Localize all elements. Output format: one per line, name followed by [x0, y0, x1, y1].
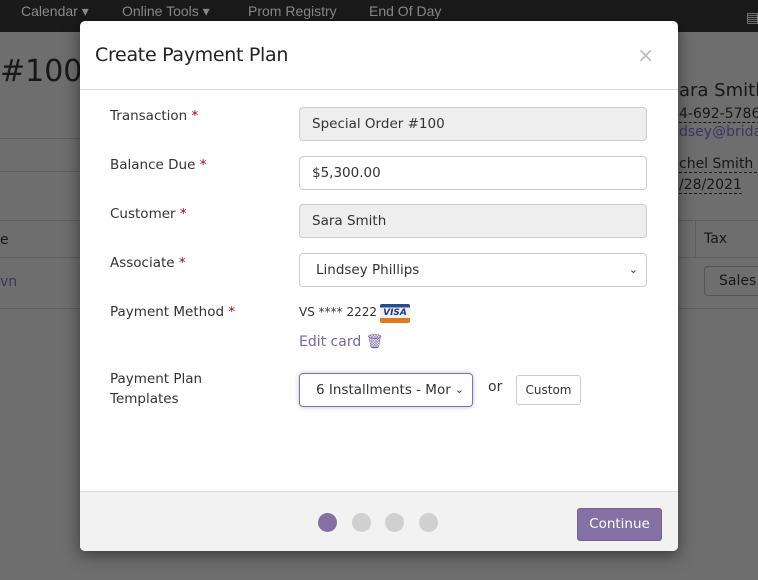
create-payment-plan-modal: Create Payment Plan × Transaction * Spec… — [80, 21, 678, 551]
modal-footer: Continue — [80, 491, 678, 551]
payment-method-label: Payment Method * — [110, 304, 236, 320]
associate-label: Associate * — [110, 255, 186, 271]
step-dot-3 — [385, 513, 404, 532]
templates-label: Payment Plan Templates — [110, 371, 203, 407]
page-title: #100 — [0, 54, 83, 89]
nav-end-of-day[interactable]: End Of Day — [369, 3, 441, 19]
row-link[interactable]: vn — [0, 274, 17, 290]
visa-icon: VISA — [380, 304, 410, 323]
customer-email[interactable]: dsey@bridal — [679, 124, 758, 140]
nav-prom-registry[interactable]: Prom Registry — [248, 3, 337, 19]
tax-header: Tax — [704, 231, 728, 247]
chevron-down-icon: ⌄ — [450, 374, 464, 406]
or-text: or — [488, 379, 503, 395]
customer-phone[interactable]: 4-692-5786 — [679, 106, 758, 123]
chevron-down-icon: ⌄ — [628, 263, 638, 276]
modal-title: Create Payment Plan — [95, 44, 289, 66]
continue-button[interactable]: Continue — [577, 508, 662, 541]
sales-tax-button[interactable]: Sales T — [704, 266, 758, 296]
customer-field: Sara Smith — [299, 204, 647, 238]
step-dot-4 — [419, 513, 438, 532]
modal-header: Create Payment Plan × — [80, 21, 678, 90]
customer-label: Customer * — [110, 206, 187, 222]
event-name[interactable]: chel Smith E — [679, 156, 758, 173]
transaction-field: Special Order #100 — [299, 107, 647, 141]
associate-select[interactable]: Lindsey Phillips ⌄ — [299, 253, 647, 287]
print-icon[interactable]: ▤ — [746, 9, 758, 25]
custom-button[interactable]: Custom — [516, 375, 581, 405]
payment-plan-template-select[interactable]: 6 Installments - Mor ⌄ — [299, 373, 473, 407]
trash-icon[interactable]: 🗑 — [366, 334, 384, 350]
column-header: e — [0, 232, 9, 248]
nav-online-tools[interactable]: Online Tools ▾ — [122, 3, 210, 19]
nav-calendar[interactable]: Calendar ▾ — [21, 3, 89, 19]
close-icon[interactable]: × — [637, 43, 654, 67]
step-dot-1 — [318, 513, 337, 532]
balance-due-input[interactable]: $5,300.00 — [299, 156, 647, 190]
event-date[interactable]: /28/2021 — [679, 177, 742, 194]
balance-due-label: Balance Due * — [110, 157, 207, 173]
customer-name: ara Smith — [679, 80, 758, 101]
step-dot-2 — [352, 513, 371, 532]
transaction-label: Transaction * — [110, 108, 199, 124]
edit-card-link[interactable]: Edit card 🗑 — [299, 334, 383, 350]
card-number: VS **** 2222 — [299, 305, 377, 319]
